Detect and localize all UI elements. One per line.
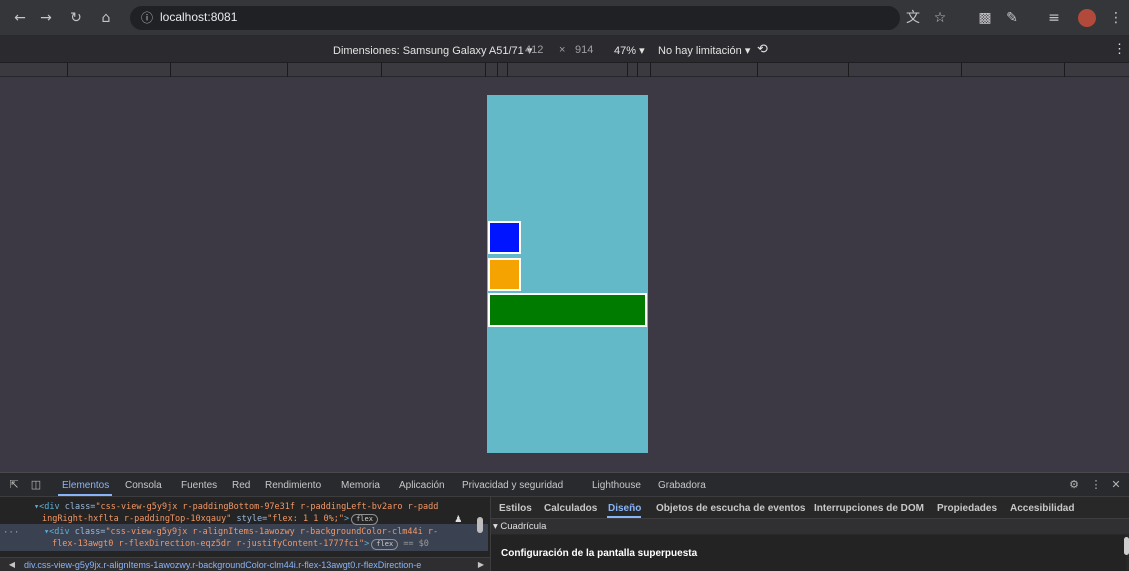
media-query-ruler[interactable] — [0, 63, 1129, 77]
flex-badge[interactable]: flex — [371, 539, 399, 550]
dom-node-selected-cont[interactable]: flex-13awgt0 r-flexDirection-eqz5dr r-ju… — [52, 538, 429, 550]
home-icon[interactable]: ⌂ — [96, 8, 116, 28]
tab-estilos[interactable]: Estilos — [499, 503, 532, 514]
more-vert-icon[interactable]: ⋮ — [1113, 41, 1126, 57]
tab-lighthouse[interactable]: Lighthouse — [592, 480, 641, 491]
tab-grabadora[interactable]: Grabadora — [658, 480, 706, 491]
tab-elementos[interactable]: Elementos — [62, 480, 109, 491]
active-tab-indicator — [58, 494, 112, 496]
dom-node-line[interactable]: ▾<div class="css-view-g5y9jx r-paddingBo… — [34, 501, 438, 513]
more-vert-icon[interactable]: ⋮ — [1088, 478, 1104, 492]
tab-event-listeners[interactable]: Objetos de escucha de eventos — [656, 503, 806, 514]
breadcrumb: ◀ div.css-view-g5y9jx.r-alignItems-1awoz… — [0, 557, 490, 571]
dom-node-line-cont[interactable]: ingRight-hxflta r-paddingTop-10xqauy" st… — [42, 513, 378, 525]
device-toolbar: Dimensiones: Samsung Galaxy A51/71 ▾ 412… — [0, 36, 1129, 63]
dom-tree[interactable]: ▾<div class="css-view-g5y9jx r-paddingBo… — [0, 497, 490, 557]
app-screen[interactable] — [487, 95, 648, 453]
sidebar-scrollbar[interactable] — [1124, 537, 1129, 555]
reload-icon[interactable]: ↻ — [66, 8, 86, 28]
settings-icon[interactable]: ⚙ — [1066, 478, 1082, 492]
device-dimensions-select[interactable]: Dimensiones: Samsung Galaxy A51/71 ▾ — [333, 44, 532, 57]
reading-list-icon[interactable]: ≡ — [1044, 8, 1064, 28]
device-toggle-icon[interactable]: ◫ — [28, 478, 44, 492]
dom-node-selected[interactable]: ▾<div class="css-view-g5y9jx r-alignItem… — [44, 526, 438, 538]
throttle-select[interactable]: No hay limitación ▾ — [658, 44, 750, 57]
tab-memoria[interactable]: Memoria — [341, 480, 380, 491]
accessibility-icon[interactable]: ♟ — [455, 513, 467, 525]
browser-toolbar: ← → ↻ ⌂ ⓘ localhost:8081 文 ☆ ▩ ✎ ≡ ⋮ — [0, 0, 1129, 36]
breadcrumb-node[interactable]: div.css-view-g5y9jx.r-alignItems-1awozwy… — [24, 560, 472, 570]
gutter-ellipsis[interactable]: ··· — [3, 527, 19, 539]
tab-dom-breakpoints[interactable]: Interrupciones de DOM — [814, 503, 924, 514]
address-bar[interactable]: ⓘ localhost:8081 — [130, 6, 900, 30]
qr-icon[interactable]: ▩ — [975, 8, 995, 28]
devtools-panel: ⇱ ◫ Elementos Consola Fuentes Red Rendim… — [0, 472, 1129, 571]
active-sidebar-tab-indicator — [607, 516, 641, 518]
site-info-icon[interactable]: ⓘ — [138, 9, 156, 27]
tab-diseno[interactable]: Diseño — [608, 503, 641, 514]
chevron-right-icon[interactable]: ▶ — [475, 559, 487, 571]
tab-privacidad[interactable]: Privacidad y seguridad — [462, 480, 563, 491]
rotate-icon[interactable]: ⟲ — [757, 41, 768, 57]
profile-avatar[interactable] — [1078, 9, 1096, 27]
tab-accesibilidad[interactable]: Accesibilidad — [1010, 503, 1074, 514]
tab-propiedades[interactable]: Propiedades — [937, 503, 997, 514]
tab-rendimiento[interactable]: Rendimiento — [265, 480, 321, 491]
green-bar — [488, 293, 647, 327]
back-icon[interactable]: ← — [10, 8, 30, 28]
overlay-settings-title: Configuración de la pantalla superpuesta — [501, 548, 698, 559]
close-icon[interactable]: ✕ — [1108, 478, 1124, 492]
viewport-height-input[interactable]: 914 — [575, 44, 593, 56]
tab-aplicacion[interactable]: Aplicación — [399, 480, 445, 491]
translate-icon[interactable]: 文 — [903, 8, 923, 28]
zoom-select[interactable]: 47% ▾ — [614, 44, 645, 57]
sidebar-tabbar: Estilos Calculados Diseño Objetos de esc… — [491, 497, 1129, 519]
device-viewport — [0, 77, 1129, 472]
tab-calculados[interactable]: Calculados — [544, 503, 597, 514]
forward-icon[interactable]: → — [36, 8, 56, 28]
chevron-left-icon[interactable]: ◀ — [6, 559, 18, 571]
flex-badge[interactable]: flex — [351, 514, 378, 525]
menu-icon[interactable]: ⋮ — [1106, 8, 1126, 28]
selected-marker: == $0 — [403, 539, 429, 549]
dom-scrollbar[interactable] — [477, 501, 483, 553]
url-text[interactable]: localhost:8081 — [160, 10, 237, 24]
times-symbol: × — [559, 44, 566, 56]
inspect-icon[interactable]: ⇱ — [6, 478, 22, 492]
blue-box — [488, 221, 521, 254]
viewport-width-input[interactable]: 412 — [525, 44, 543, 56]
tab-consola[interactable]: Consola — [125, 480, 162, 491]
styles-sidebar: Estilos Calculados Diseño Objetos de esc… — [490, 497, 1129, 571]
devtools-tabbar: ⇱ ◫ Elementos Consola Fuentes Red Rendim… — [0, 473, 1129, 497]
tab-red[interactable]: Red — [232, 480, 250, 491]
tab-fuentes[interactable]: Fuentes — [181, 480, 217, 491]
grid-section-header[interactable]: ▾ Cuadrícula — [491, 519, 1129, 534]
extensions-icon[interactable]: ✎ — [1002, 8, 1022, 28]
star-icon[interactable]: ☆ — [930, 8, 950, 28]
orange-box — [488, 258, 521, 291]
